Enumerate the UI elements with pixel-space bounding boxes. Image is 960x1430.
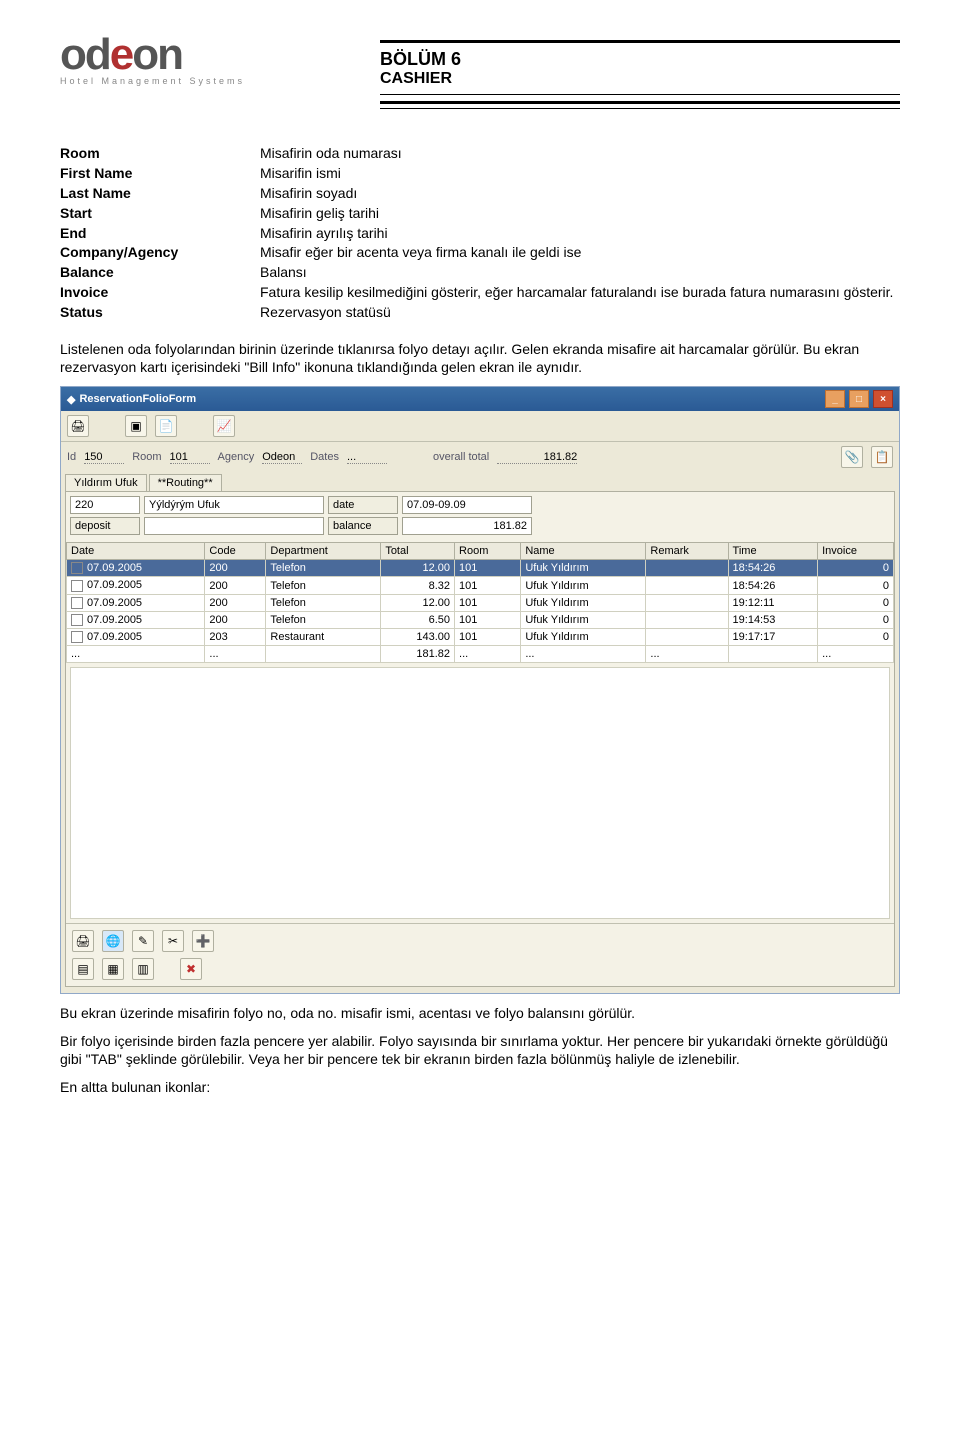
def-key: Balance: [60, 263, 260, 282]
id-value: 150: [84, 451, 124, 464]
field-code[interactable]: 220: [70, 496, 140, 514]
col-header[interactable]: Remark: [646, 543, 728, 560]
logo-block: odeon Hotel Management Systems: [60, 30, 340, 86]
chapter-title: BÖLÜM 6: [380, 49, 900, 70]
minimize-button[interactable]: _: [825, 390, 845, 408]
agency-label: Agency: [218, 451, 255, 463]
tab-routing[interactable]: **Routing**: [149, 474, 222, 491]
transactions-grid[interactable]: DateCodeDepartmentTotalRoomNameRemarkTim…: [66, 542, 894, 662]
def-val: Balansı: [260, 263, 900, 282]
print-icon[interactable]: 🖨: [67, 415, 89, 437]
def-val: Misafirin oda numarası: [260, 144, 900, 163]
edit-icon[interactable]: ✎: [132, 930, 154, 952]
paragraph-4: En altta bulunan ikonlar:: [60, 1078, 900, 1096]
dates-label: Dates: [310, 451, 339, 463]
col-header[interactable]: Room: [455, 543, 521, 560]
dates-value: ...: [347, 451, 387, 464]
col-header[interactable]: Code: [205, 543, 266, 560]
table-row[interactable]: 07.09.2005200Telefon8.32101Ufuk Yıldırım…: [67, 577, 894, 594]
def-val: Fatura kesilip kesilmediğini gösterir, e…: [260, 283, 900, 302]
def-key: End: [60, 224, 260, 243]
paragraph-1: Listelenen oda folyolarından birinin üze…: [60, 340, 900, 376]
page-header: odeon Hotel Management Systems BÖLÜM 6 C…: [60, 30, 900, 109]
def-key: Company/Agency: [60, 243, 260, 262]
def-val: Rezervasyon statüsü: [260, 303, 900, 322]
def-val: Misarifin ismi: [260, 164, 900, 183]
title-wrap: BÖLÜM 6 CASHIER: [380, 30, 900, 109]
folio-panel: 220 Yýldýrým Ufuk date 07.09-09.09 depos…: [65, 491, 895, 986]
table-row[interactable]: 07.09.2005203Restaurant143.00101Ufuk Yıl…: [67, 628, 894, 645]
table-footer: ......181.82............: [67, 645, 894, 662]
def-val: Misafir eğer bir acenta veya firma kanal…: [260, 243, 900, 262]
table-row[interactable]: 07.09.2005200Telefon12.00101Ufuk Yıldırı…: [67, 560, 894, 577]
window-titlebar[interactable]: ◆ ReservationFolioForm _ □ ×: [61, 387, 899, 411]
attach-icon[interactable]: 📎: [841, 446, 863, 468]
def-key: Invoice: [60, 283, 260, 302]
top-toolbar: 🖨 ▣ 📄 📈: [61, 411, 899, 442]
room-label: Room: [132, 451, 161, 463]
delete-icon[interactable]: ✖: [180, 958, 202, 980]
col-header[interactable]: Department: [266, 543, 381, 560]
globe-icon[interactable]: 🌐: [102, 930, 124, 952]
expand-icon[interactable]: ▣: [125, 415, 147, 437]
field-name[interactable]: Yýldýrým Ufuk: [144, 496, 324, 514]
cut-icon[interactable]: ✂: [162, 930, 184, 952]
maximize-button[interactable]: □: [849, 390, 869, 408]
deposit-label: deposit: [70, 517, 140, 535]
window-title: ReservationFolioForm: [79, 393, 196, 405]
paragraph-2: Bu ekran üzerinde misafirin folyo no, od…: [60, 1004, 900, 1022]
chart-icon[interactable]: 📈: [213, 415, 235, 437]
summary-bar: Id 150 Room 101 Agency Odeon Dates ... o…: [61, 442, 899, 472]
tile-1-icon[interactable]: ▤: [72, 958, 94, 980]
folio-tabs: Yıldırım Ufuk **Routing**: [61, 472, 899, 491]
field-balance[interactable]: 181.82: [402, 517, 532, 535]
total-label: overall total: [433, 451, 489, 463]
col-header[interactable]: Total: [381, 543, 455, 560]
grid-empty-area: [70, 667, 890, 919]
def-val: Misafirin soyadı: [260, 184, 900, 203]
note-icon[interactable]: 📋: [871, 446, 893, 468]
balance-label: balance: [328, 517, 398, 535]
col-header[interactable]: Date: [67, 543, 205, 560]
def-key: Status: [60, 303, 260, 322]
total-value: 181.82: [497, 451, 577, 464]
app-icon: ◆: [67, 393, 75, 406]
id-label: Id: [67, 451, 76, 463]
def-key: Room: [60, 144, 260, 163]
definitions-list: RoomMisafirin oda numarasıFirst NameMisa…: [60, 144, 900, 322]
def-key: Start: [60, 204, 260, 223]
logo-text: odeon: [60, 30, 340, 80]
def-val: Misafirin geliş tarihi: [260, 204, 900, 223]
tab-guest[interactable]: Yıldırım Ufuk: [65, 474, 147, 491]
tile-3-icon[interactable]: ▥: [132, 958, 154, 980]
close-button[interactable]: ×: [873, 390, 893, 408]
section-title: CASHIER: [380, 70, 900, 88]
def-key: First Name: [60, 164, 260, 183]
tile-2-icon[interactable]: ▦: [102, 958, 124, 980]
def-val: Misafirin ayrılış tarihi: [260, 224, 900, 243]
new-icon[interactable]: ➕: [192, 930, 214, 952]
logo-tagline: Hotel Management Systems: [60, 76, 340, 86]
field-date[interactable]: 07.09-09.09: [402, 496, 532, 514]
bottom-toolbar-2: ▤ ▦ ▥ ✖: [66, 958, 894, 986]
paragraph-3: Bir folyo içerisinde birden fazla pencer…: [60, 1032, 900, 1068]
col-header[interactable]: Time: [728, 543, 818, 560]
col-header[interactable]: Invoice: [818, 543, 894, 560]
field-deposit[interactable]: [144, 517, 324, 535]
def-key: Last Name: [60, 184, 260, 203]
room-value: 101: [170, 451, 210, 464]
agency-value: Odeon: [262, 451, 302, 464]
screenshot-reservation-folio: ◆ ReservationFolioForm _ □ × 🖨 ▣ 📄 📈 Id …: [60, 386, 900, 993]
table-row[interactable]: 07.09.2005200Telefon6.50101Ufuk Yıldırım…: [67, 611, 894, 628]
table-row[interactable]: 07.09.2005200Telefon12.00101Ufuk Yıldırı…: [67, 594, 894, 611]
col-header[interactable]: Name: [521, 543, 646, 560]
date-label: date: [328, 496, 398, 514]
print2-icon[interactable]: 🖨: [72, 930, 94, 952]
bottom-toolbar-1: 🖨 🌐 ✎ ✂ ➕: [66, 923, 894, 958]
doc-icon[interactable]: 📄: [155, 415, 177, 437]
